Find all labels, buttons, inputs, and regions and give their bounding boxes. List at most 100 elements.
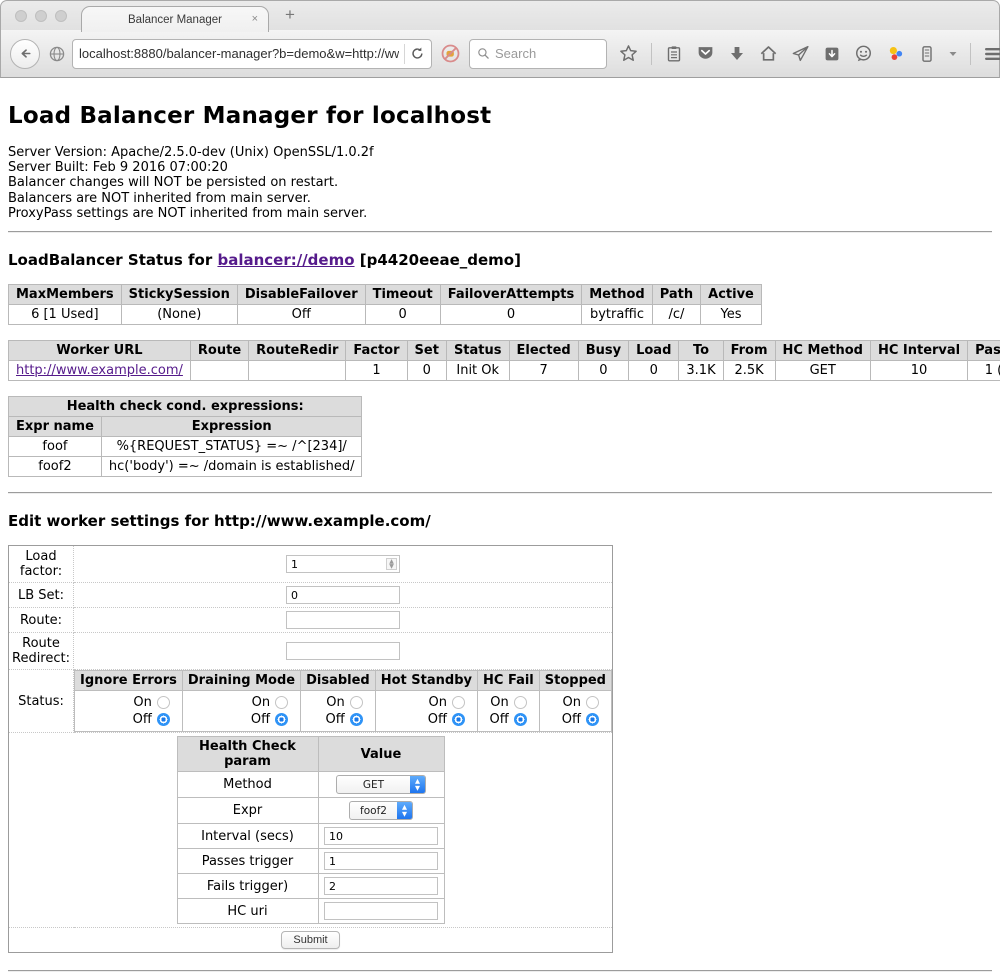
minimize-window-button[interactable] — [35, 10, 47, 22]
passes-trigger-label: Passes trigger — [177, 849, 318, 874]
search-input[interactable]: Search — [469, 39, 607, 69]
draining-mode-on-radio[interactable] — [275, 696, 288, 709]
health-check-param-table: Health Check param Value Method GET ▲▼ — [177, 736, 445, 924]
balancer-status-heading: LoadBalancer Status for balancer://demo … — [8, 251, 992, 269]
lb-set-label: LB Set: — [9, 583, 74, 608]
close-window-button[interactable] — [15, 10, 27, 22]
reading-list-icon[interactable] — [665, 45, 683, 63]
persist-note: Balancer changes will NOT be persisted o… — [8, 175, 992, 190]
extension-dots-icon[interactable] — [886, 44, 905, 63]
navigation-toolbar: localhost:8880/balancer-manager?b=demo&w… — [0, 30, 1000, 78]
route-redirect-input[interactable] — [286, 642, 400, 660]
tab-strip: Balancer Manager × + — [0, 0, 1000, 30]
load-factor-input[interactable] — [286, 555, 400, 573]
balancer-status-table: MaxMembers StickySession DisableFailover… — [8, 284, 762, 325]
page-title: Load Balancer Manager for localhost — [8, 78, 992, 129]
browser-window: Balancer Manager × + localhost:8880/bala… — [0, 0, 1000, 927]
expr-table-title: Health check cond. expressions: — [9, 397, 362, 417]
status-disabled-cell: On Off — [301, 691, 376, 732]
stopped-off-radio[interactable] — [586, 713, 599, 726]
toolbar-icons — [619, 43, 1000, 65]
server-info: Server Version: Apache/2.5.0-dev (Unix) … — [8, 145, 992, 221]
close-tab-icon[interactable]: × — [252, 13, 258, 25]
fails-trigger-label: Fails trigger) — [177, 874, 318, 899]
home-icon[interactable] — [759, 44, 778, 63]
page-content: Load Balancer Manager for localhost Serv… — [0, 78, 1000, 972]
url-bar[interactable]: localhost:8880/balancer-manager?b=demo&w… — [72, 39, 432, 69]
passes-trigger-input[interactable] — [324, 852, 438, 870]
status-hc-fail-cell: On Off — [478, 691, 540, 732]
tab-title: Balancer Manager — [128, 14, 222, 26]
table-row: 6 [1 Used] (None) Off 0 0 bytraffic /c/ … — [9, 305, 762, 325]
server-version: Server Version: Apache/2.5.0-dev (Unix) … — [8, 145, 992, 160]
route-redirect-label: Route Redirect: — [9, 633, 74, 670]
table-row: foof2 hc('body') =~ /domain is establish… — [9, 457, 362, 477]
search-placeholder: Search — [495, 46, 536, 61]
device-icon[interactable] — [918, 45, 936, 63]
downloads-icon[interactable] — [728, 45, 746, 63]
select-stepper-icon: ▲▼ — [397, 801, 412, 820]
edit-worker-heading: Edit worker settings for http://www.exam… — [8, 512, 992, 530]
ignore-errors-on-radio[interactable] — [157, 696, 170, 709]
draining-mode-off-radio[interactable] — [275, 713, 288, 726]
balancer-demo-link[interactable]: balancer://demo — [217, 251, 354, 269]
server-built: Server Built: Feb 9 2016 07:00:20 — [8, 160, 992, 175]
status-draining-mode-cell: On Off — [182, 691, 300, 732]
menu-icon[interactable] — [984, 46, 1000, 62]
send-icon[interactable] — [791, 44, 810, 63]
hc-fail-on-radio[interactable] — [514, 696, 527, 709]
globe-icon — [48, 45, 66, 63]
fails-trigger-input[interactable] — [324, 877, 438, 895]
chat-icon[interactable] — [854, 44, 873, 63]
interval-input[interactable] — [324, 827, 438, 845]
method-label: Method — [177, 772, 318, 798]
balancers-note: Balancers are NOT inherited from main se… — [8, 191, 992, 206]
save-page-icon[interactable] — [823, 45, 841, 63]
new-tab-button[interactable]: + — [285, 5, 295, 25]
hc-uri-input[interactable] — [324, 902, 438, 920]
table-row: foof %{REQUEST_STATUS} =~ /^[234]/ — [9, 437, 362, 457]
status-label: Status: — [9, 670, 74, 733]
caret-icon[interactable] — [949, 51, 957, 57]
zoom-window-button[interactable] — [55, 10, 67, 22]
hot-standby-off-radio[interactable] — [452, 713, 465, 726]
url-text[interactable]: localhost:8880/balancer-manager?b=demo&w… — [79, 46, 399, 61]
status-ignore-errors-cell: On Off — [75, 691, 183, 732]
method-select[interactable]: GET ▲▼ — [336, 775, 426, 794]
hc-fail-off-radio[interactable] — [514, 713, 527, 726]
health-check-expressions-table: Health check cond. expressions: Expr nam… — [8, 396, 362, 477]
block-icon[interactable] — [440, 43, 461, 64]
disabled-on-radio[interactable] — [350, 696, 363, 709]
route-input[interactable] — [286, 611, 400, 629]
hc-uri-label: HC uri — [177, 899, 318, 924]
search-icon — [477, 47, 490, 60]
expr-label: Expr — [177, 798, 318, 824]
worker-table: Worker URL Route RouteRedir Factor Set S… — [8, 340, 1000, 381]
tab-balancer-manager[interactable]: Balancer Manager × — [81, 6, 269, 32]
disabled-off-radio[interactable] — [350, 713, 363, 726]
interval-label: Interval (secs) — [177, 824, 318, 849]
reload-icon[interactable] — [410, 46, 425, 61]
worker-url-link[interactable]: http://www.example.com/ — [16, 363, 183, 378]
status-stopped-cell: On Off — [539, 691, 611, 732]
number-spinner-icon[interactable]: ▲▼ — [386, 558, 397, 570]
status-table: Ignore Errors Draining Mode Disabled Hot… — [74, 670, 612, 732]
back-icon — [17, 45, 34, 62]
pocket-icon[interactable] — [696, 44, 715, 63]
stopped-on-radio[interactable] — [586, 696, 599, 709]
table-row: http://www.example.com/ 1 0 Init Ok 7 0 … — [9, 361, 1000, 381]
bookmark-star-icon[interactable] — [619, 44, 638, 63]
divider — [8, 492, 992, 494]
status-hot-standby-cell: On Off — [375, 691, 477, 732]
back-button[interactable] — [10, 39, 40, 69]
hot-standby-on-radio[interactable] — [452, 696, 465, 709]
divider — [8, 231, 992, 233]
traffic-lights — [15, 10, 67, 22]
load-factor-label: Load factor: — [9, 546, 74, 583]
select-stepper-icon: ▲▼ — [410, 775, 425, 794]
expr-select[interactable]: foof2 ▲▼ — [349, 801, 413, 820]
route-label: Route: — [9, 608, 74, 633]
submit-button[interactable]: Submit — [281, 931, 339, 949]
lb-set-input[interactable] — [286, 586, 400, 604]
ignore-errors-off-radio[interactable] — [157, 713, 170, 726]
